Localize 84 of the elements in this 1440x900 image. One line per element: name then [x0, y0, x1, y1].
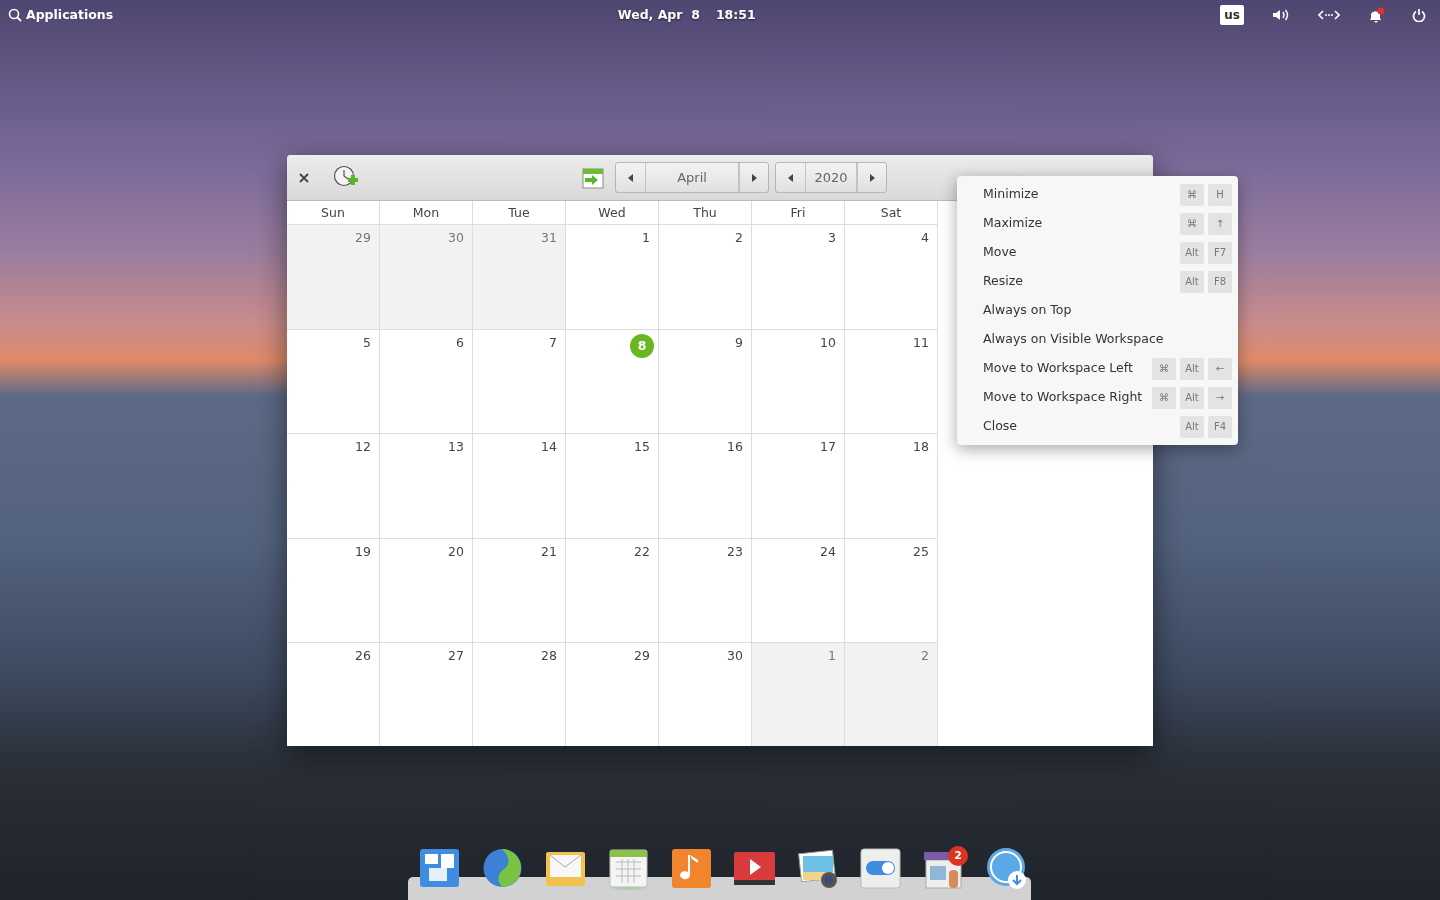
- notification-bell-icon[interactable]: [1367, 7, 1385, 23]
- day-cell[interactable]: 12: [287, 434, 380, 539]
- keyboard-key: ⌘: [1180, 183, 1204, 206]
- toggle-icon[interactable]: [860, 846, 901, 890]
- volume-icon[interactable]: [1271, 7, 1291, 23]
- today-button[interactable]: [582, 165, 604, 190]
- keyboard-key: ←: [1208, 357, 1232, 380]
- search-icon: [8, 8, 22, 22]
- keyboard-key: Alt: [1180, 270, 1204, 293]
- day-cell[interactable]: 15: [566, 434, 659, 539]
- music-note-icon[interactable]: [671, 846, 712, 890]
- day-cell[interactable]: 31: [473, 225, 566, 330]
- weekday-header: Thu: [659, 201, 752, 225]
- day-cell[interactable]: 22: [566, 538, 659, 643]
- day-cell[interactable]: 30: [380, 225, 473, 330]
- day-cell[interactable]: 29: [566, 643, 659, 746]
- keyboard-key: ↑: [1208, 212, 1232, 235]
- day-cell[interactable]: 19: [287, 538, 380, 643]
- keyboard-key: F4: [1208, 415, 1232, 438]
- menu-item[interactable]: Move to Workspace Left: [957, 354, 1152, 383]
- applications-button[interactable]: Applications: [8, 5, 114, 25]
- right-triangle-icon: [868, 173, 876, 184]
- day-cell[interactable]: 6: [380, 329, 473, 434]
- left-triangle-icon: [626, 173, 635, 184]
- keyboard-key: Alt: [1180, 241, 1204, 264]
- calendar-icon[interactable]: [608, 846, 649, 890]
- download-icon[interactable]: [986, 846, 1027, 890]
- day-cell[interactable]: 11: [845, 329, 938, 434]
- day-cell[interactable]: 21: [473, 538, 566, 643]
- day-cell[interactable]: 20: [380, 538, 473, 643]
- keyboard-key: F7: [1208, 241, 1232, 264]
- panel-date[interactable]: Wed, Apr 8: [617, 5, 700, 25]
- day-cell[interactable]: 29: [287, 225, 380, 330]
- menu-item[interactable]: Minimize: [957, 180, 1180, 209]
- menu-item[interactable]: Close: [957, 412, 1180, 441]
- day-cell[interactable]: 3: [752, 225, 845, 330]
- menu-item[interactable]: Always on Top: [957, 296, 1232, 325]
- keyboard-layout-indicator[interactable]: us: [1220, 5, 1244, 25]
- day-cell[interactable]: 23: [659, 538, 752, 643]
- panel-time[interactable]: 18:51: [715, 5, 756, 25]
- day-cell[interactable]: 26: [287, 643, 380, 746]
- keyboard-key: ⌘: [1180, 212, 1204, 235]
- year-label: 2020: [805, 163, 857, 192]
- keyboard-key: ⌘: [1152, 386, 1176, 409]
- day-cell[interactable]: 18: [845, 434, 938, 539]
- day-cell[interactable]: 1: [752, 643, 845, 746]
- day-cell[interactable]: 1: [566, 225, 659, 330]
- day-cell[interactable]: 13: [380, 434, 473, 539]
- day-cell[interactable]: 2: [659, 225, 752, 330]
- weekday-header: Fri: [752, 201, 845, 225]
- globe-icon[interactable]: [482, 846, 523, 890]
- weekday-header: Sat: [845, 201, 938, 225]
- day-cell[interactable]: 4: [845, 225, 938, 330]
- menu-item[interactable]: Resize: [957, 267, 1180, 296]
- weekday-header: Wed: [566, 201, 659, 225]
- day-cell[interactable]: 16: [659, 434, 752, 539]
- keyboard-key: Alt: [1180, 415, 1204, 438]
- day-cell[interactable]: 2: [845, 643, 938, 746]
- day-cell[interactable]: 9: [659, 329, 752, 434]
- keyboard-key: ⌘: [1152, 357, 1176, 380]
- notification-badge: 2: [948, 846, 968, 866]
- day-cell[interactable]: 28: [473, 643, 566, 746]
- keyboard-key: →: [1208, 386, 1232, 409]
- right-triangle-icon: [750, 173, 758, 184]
- month-label: April: [645, 163, 739, 192]
- day-cell[interactable]: 10: [752, 329, 845, 434]
- power-icon[interactable]: [1412, 8, 1426, 22]
- keyboard-key: Alt: [1180, 386, 1204, 409]
- menu-item[interactable]: Move to Workspace Right: [957, 383, 1152, 412]
- day-cell[interactable]: 5: [287, 329, 380, 434]
- keyboard-key: F8: [1208, 270, 1232, 293]
- close-icon: [298, 172, 310, 184]
- menu-item[interactable]: Move: [957, 238, 1180, 267]
- day-cell[interactable]: 7: [473, 329, 566, 434]
- left-triangle-icon: [786, 173, 795, 184]
- day-cell[interactable]: 17: [752, 434, 845, 539]
- tiles-icon[interactable]: [419, 846, 460, 890]
- day-cell[interactable]: 14: [473, 434, 566, 539]
- day-cell[interactable]: 27: [380, 643, 473, 746]
- network-icon[interactable]: [1318, 9, 1340, 21]
- menu-item[interactable]: Always on Visible Workspace: [957, 325, 1232, 354]
- keyboard-key: H: [1208, 183, 1232, 206]
- menu-item[interactable]: Maximize: [957, 209, 1180, 238]
- keyboard-key: Alt: [1180, 357, 1204, 380]
